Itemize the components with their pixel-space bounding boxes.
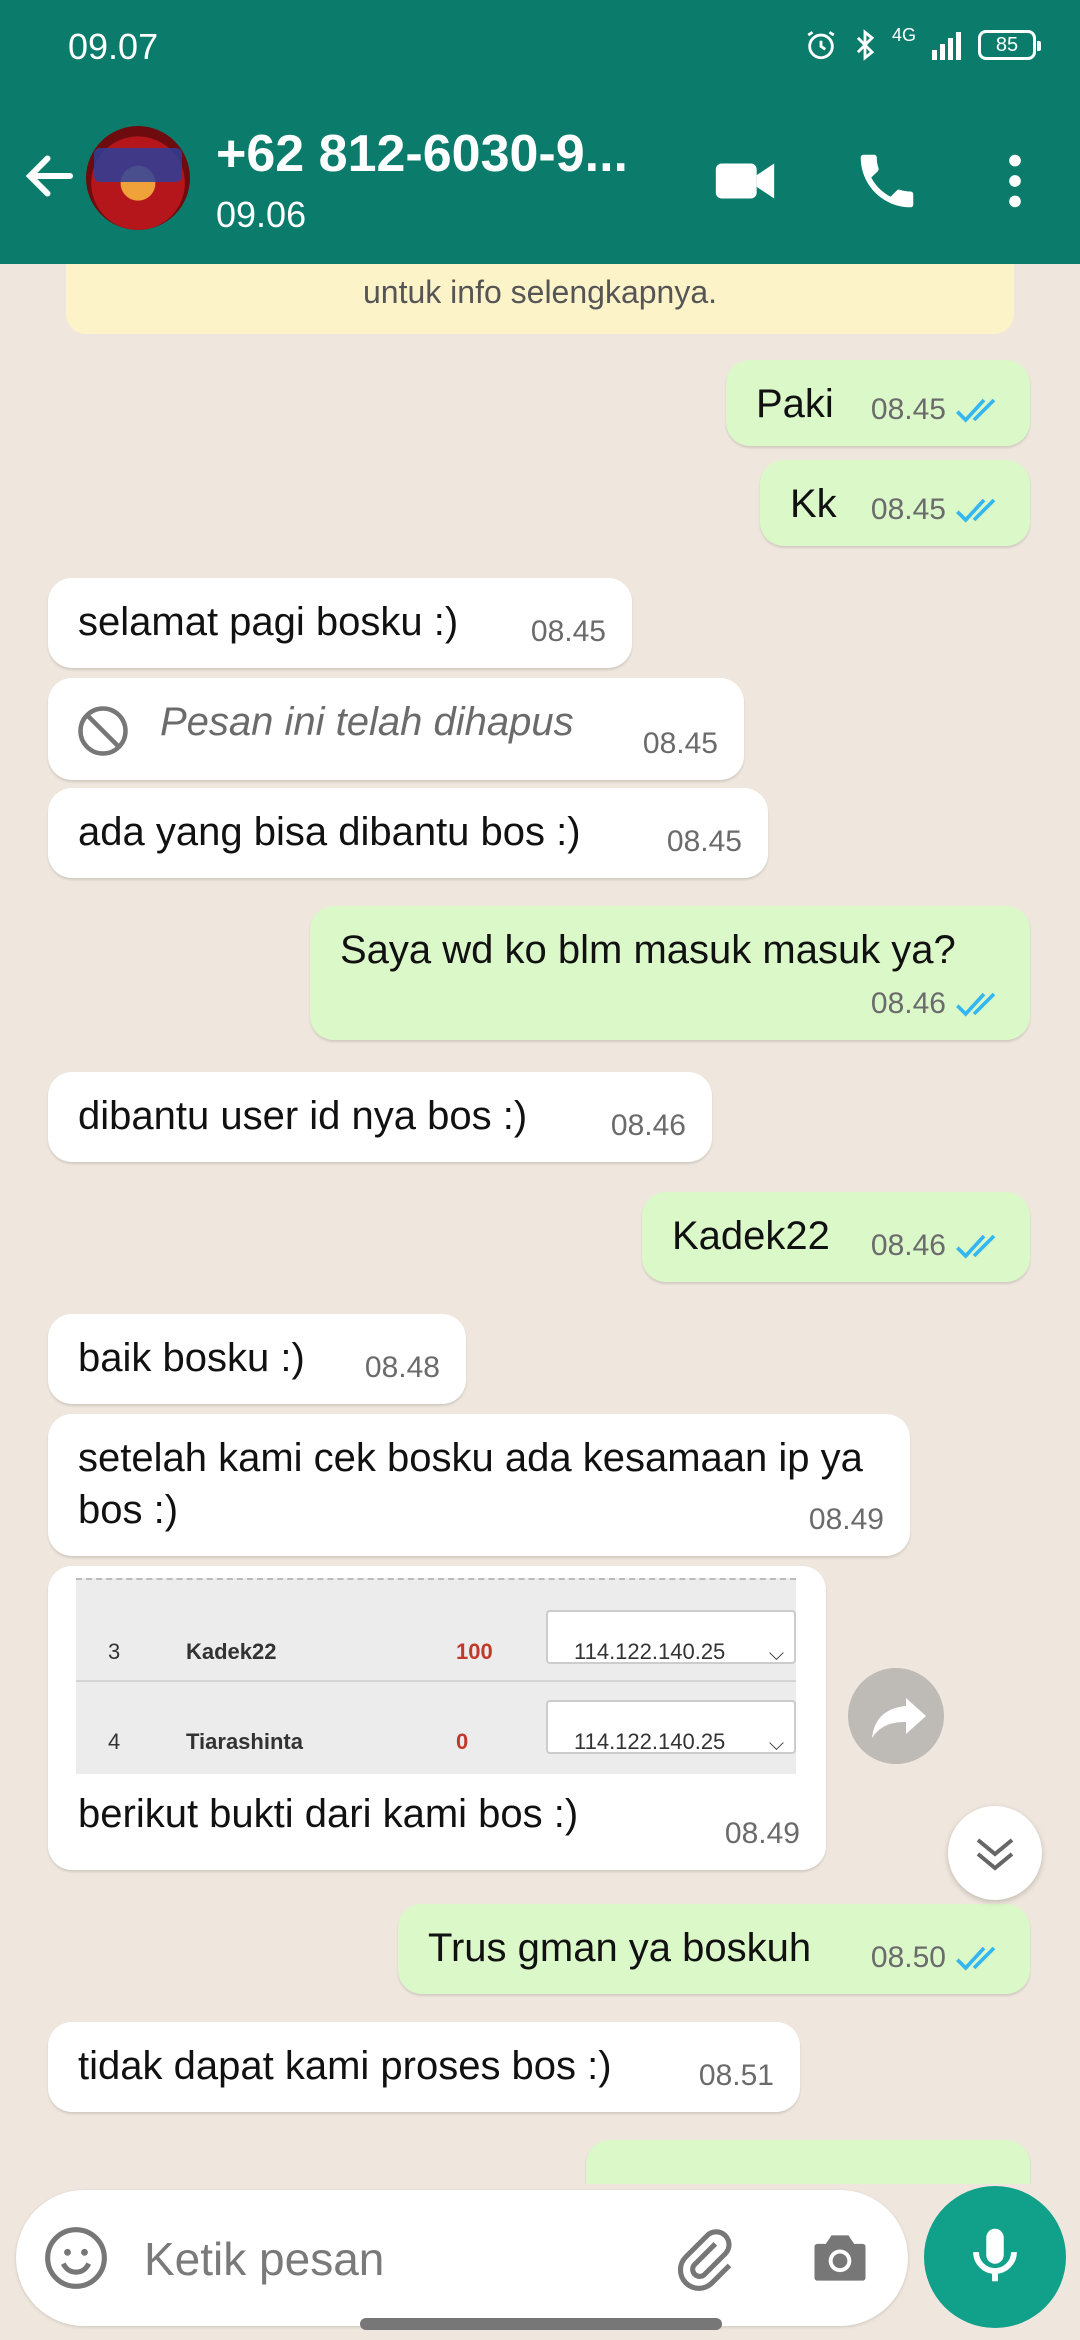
double-check-icon (956, 1946, 996, 1971)
message-bubble-outgoing[interactable]: Paki 08.45 (726, 360, 1030, 446)
ip-value: 114.122.140.25 (574, 1729, 726, 1754)
chevron-down-icon: ⌵ (768, 1733, 784, 1755)
chat-area[interactable]: untuk info selengkapnya. Paki 08.45 Kk 0… (0, 264, 1080, 2184)
chevron-down-icon: ⌵ (768, 1643, 784, 1665)
message-time: 08.45 (870, 493, 946, 526)
forward-button[interactable] (848, 1668, 944, 1764)
message-composer[interactable]: Ketik pesan (16, 2190, 908, 2326)
row-number: 4 (108, 1729, 121, 1754)
bluetooth-icon (856, 29, 875, 61)
message-time: 08.45 (530, 615, 606, 648)
row-value: 100 (456, 1639, 493, 1664)
microphone-icon (973, 2228, 1017, 2282)
message-text: tidak dapat kami proses bos :) (78, 2044, 612, 2088)
more-options-icon[interactable] (980, 146, 1050, 216)
alarm-icon (807, 31, 835, 60)
voice-record-button[interactable] (924, 2186, 1066, 2328)
message-time: 08.50 (870, 1941, 946, 1974)
message-text: Kk (790, 482, 837, 526)
forward-icon (872, 1698, 926, 1738)
table-row: 4 Tiarashinta 0 114.122.140.25 ⌵ (76, 1686, 796, 1768)
message-text: baik bosku :) (78, 1336, 305, 1380)
gesture-navigation-bar[interactable] (360, 2318, 722, 2330)
message-time: 08.51 (698, 2059, 774, 2092)
chat-header: +62 812-6030-9... 09.06 (0, 96, 1080, 264)
message-time: 08.49 (724, 1817, 800, 1850)
last-seen: 09.06 (216, 194, 307, 235)
message-text: selamat pagi bosku :) (78, 600, 459, 644)
row-user: Kadek22 (186, 1639, 277, 1664)
status-bar: 09.07 4G 85 (0, 0, 1080, 96)
message-time: 08.45 (870, 393, 946, 426)
message-bubble-outgoing[interactable]: Trus gman ya boskuh 08.50 (398, 1904, 1030, 1994)
ip-select: 114.122.140.25 ⌵ (546, 1700, 796, 1755)
contact-avatar[interactable] (86, 126, 190, 230)
divider (76, 1680, 796, 1682)
message-text: Saya wd ko blm masuk masuk ya? (340, 928, 956, 972)
message-time: 08.46 (610, 1109, 686, 1142)
voice-call-icon[interactable] (852, 146, 922, 216)
message-bubble-incoming[interactable]: setelah kami cek bosku ada kesamaan ip y… (48, 1414, 910, 1556)
row-number: 3 (108, 1639, 121, 1664)
row-value: 0 (456, 1729, 469, 1754)
double-check-icon (956, 1234, 996, 1259)
message-text: Kadek22 (672, 1214, 830, 1258)
encryption-notice[interactable]: untuk info selengkapnya. (66, 264, 1014, 334)
message-text: ada yang bisa dibantu bos :) (78, 810, 581, 854)
message-bubble-outgoing[interactable]: Kadek22 08.46 (642, 1192, 1030, 1282)
image-caption: berikut bukti dari kami bos :) (78, 1792, 579, 1836)
scroll-to-bottom-button[interactable] (948, 1806, 1042, 1900)
message-bubble-outgoing[interactable]: Kk 08.45 (760, 460, 1030, 546)
back-arrow-icon[interactable] (20, 146, 80, 206)
message-bubble-incoming[interactable]: dibantu user id nya bos :) 08.46 (48, 1072, 712, 1162)
message-text: Pesan ini telah dihapus (160, 700, 574, 744)
ip-value: 114.122.140.25 (574, 1639, 726, 1664)
double-chevron-down-icon (976, 1838, 1014, 1871)
table-row: 3 Kadek22 100 114.122.140.25 ⌵ (76, 1596, 796, 1678)
attachment-icon[interactable] (670, 2224, 738, 2292)
message-bubble-incoming[interactable]: tidak dapat kami proses bos :) 08.51 (48, 2022, 800, 2112)
signal-icon (932, 32, 961, 60)
message-bubble-incoming[interactable]: baik bosku :) 08.48 (48, 1314, 466, 1404)
contact-name[interactable]: +62 812-6030-9... (216, 124, 628, 184)
status-icons: 4G 85 (804, 24, 1041, 62)
message-text: setelah kami cek bosku ada kesamaan ip y… (78, 1436, 863, 1532)
message-time: 08.46 (870, 987, 946, 1020)
message-text: Trus gman ya boskuh (428, 1926, 812, 1970)
emoji-icon[interactable] (42, 2224, 110, 2292)
image-attachment[interactable]: 3 Kadek22 100 114.122.140.25 ⌵ 4 Tiarashi… (76, 1578, 796, 1774)
image-message-bubble[interactable]: 3 Kadek22 100 114.122.140.25 ⌵ 4 Tiarashi… (48, 1566, 826, 1870)
deleted-message-icon (78, 706, 128, 756)
double-check-icon (956, 398, 996, 423)
message-bubble-incoming[interactable]: selamat pagi bosku :) 08.45 (48, 578, 632, 668)
message-text: dibantu user id nya bos :) (78, 1094, 528, 1138)
status-time: 09.07 (68, 26, 159, 67)
message-time: 08.46 (870, 1229, 946, 1262)
network-type: 4G (891, 24, 916, 45)
message-bubble-incoming[interactable]: ada yang bisa dibantu bos :) 08.45 (48, 788, 768, 878)
ip-select: 114.122.140.25 ⌵ (546, 1610, 796, 1665)
message-time: 08.48 (364, 1351, 440, 1384)
battery-indicator: 85 (978, 30, 1041, 60)
double-check-icon (956, 498, 996, 523)
message-time: 08.49 (808, 1503, 884, 1536)
camera-icon[interactable] (806, 2224, 874, 2292)
row-user: Tiarashinta (186, 1729, 303, 1754)
message-bubble-deleted[interactable]: Pesan ini telah dihapus 08.45 (48, 678, 744, 780)
message-bubble-outgoing-partial[interactable] (586, 2140, 1030, 2184)
message-bubble-outgoing[interactable]: Saya wd ko blm masuk masuk ya? 08.46 (310, 906, 1030, 1040)
double-check-icon (956, 992, 996, 1017)
message-time: 08.45 (642, 727, 718, 760)
video-call-icon[interactable] (710, 146, 780, 216)
message-text: Paki (756, 382, 834, 426)
message-time: 08.45 (666, 825, 742, 858)
message-input[interactable]: Ketik pesan (144, 2232, 384, 2286)
